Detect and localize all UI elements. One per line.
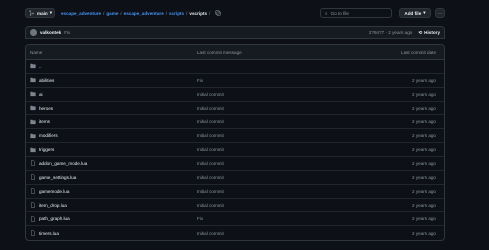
row-name[interactable]: triggers — [39, 147, 54, 152]
folder-icon — [30, 91, 36, 97]
table-header: Name Last commit message Last commit dat… — [26, 45, 444, 60]
parent-directory-label: .. — [39, 63, 42, 69]
file-icon — [31, 202, 35, 208]
breadcrumb-link-scripts[interactable]: scripts — [169, 11, 184, 16]
table-row[interactable]: ai Initial commit 2 years ago — [26, 88, 444, 102]
row-commit-message[interactable]: Fix — [197, 78, 336, 83]
row-commit-date: 2 years ago — [411, 160, 436, 166]
row-commit-message[interactable]: Initial commit — [197, 147, 336, 152]
row-commit-date: 2 years ago — [411, 202, 436, 208]
folder-icon — [30, 133, 36, 138]
kebab-icon: ··· — [437, 10, 443, 16]
file-icon — [31, 188, 35, 194]
parent-directory-row[interactable]: .. — [26, 60, 444, 74]
header-last-commit-date: Last commit date — [401, 49, 436, 55]
folder-icon — [30, 119, 36, 124]
row-commit-date: 2 years ago — [411, 105, 436, 111]
row-name[interactable]: timers.lua — [39, 231, 59, 236]
row-commit-date: 2 years ago — [411, 174, 436, 180]
search-placeholder: Go to file — [330, 10, 349, 16]
row-commit-message[interactable]: Initial commit — [197, 189, 336, 194]
folder-icon — [30, 105, 36, 111]
table-row[interactable]: gamemode.lua Initial commit 2 years ago — [26, 185, 444, 199]
row-name[interactable]: items — [39, 119, 50, 124]
breadcrumb: escape_adventure / game / escape_adventu… — [61, 10, 221, 16]
table-row[interactable]: path_graph.lua Fix 2 years ago — [26, 212, 444, 227]
search-icon: ⌕ — [325, 10, 328, 16]
folder-icon — [30, 64, 36, 69]
row-commit-date: 2 years ago — [411, 133, 436, 139]
row-name[interactable]: addon_game_mode.lua — [39, 161, 87, 166]
row-commit-message[interactable]: Initial commit — [197, 203, 336, 208]
table-row[interactable]: timers.lua Initial commit 2 years ago — [26, 226, 444, 240]
row-name[interactable]: item_drop.lua — [39, 203, 67, 208]
row-commit-message[interactable]: Initial commit — [197, 92, 336, 97]
history-icon: ⟲ — [418, 29, 423, 35]
table-row[interactable]: items Initial commit 2 years ago — [26, 115, 444, 130]
row-name[interactable]: modifiers — [39, 133, 58, 138]
go-to-file-input[interactable]: ⌕ Go to file — [320, 8, 392, 18]
row-commit-date: 2 years ago — [411, 230, 436, 236]
row-name[interactable]: abilities — [39, 78, 54, 83]
row-commit-message[interactable]: Initial commit — [197, 133, 336, 138]
row-commit-date: 2 years ago — [411, 216, 436, 222]
row-commit-message[interactable]: Initial commit — [197, 175, 336, 180]
table-row[interactable]: modifiers Initial commit 2 years ago — [26, 129, 444, 144]
breadcrumb-link-game[interactable]: game — [106, 11, 118, 16]
branch-icon — [29, 10, 34, 16]
branch-name: main — [37, 10, 48, 16]
row-commit-message[interactable]: Initial commit — [197, 106, 336, 111]
header-name: Name — [30, 49, 43, 55]
row-commit-message[interactable]: Initial commit — [197, 161, 336, 166]
table-row[interactable]: triggers Initial commit 2 years ago — [26, 143, 444, 158]
row-name[interactable]: path_graph.lua — [39, 216, 70, 221]
row-commit-date: 2 years ago — [411, 188, 436, 194]
file-icon — [31, 216, 35, 222]
file-table: Name Last commit message Last commit dat… — [25, 44, 445, 241]
row-commit-date: 2 years ago — [411, 147, 436, 153]
row-commit-message[interactable]: Fix — [197, 216, 336, 221]
row-commit-date: 2 years ago — [411, 77, 436, 83]
avatar[interactable] — [30, 29, 37, 36]
commit-hash-time[interactable]: 2?9477 · 2 years ago — [369, 30, 412, 35]
branch-selector-button[interactable]: main ▾ — [25, 8, 55, 18]
copy-path-icon[interactable] — [215, 10, 221, 16]
breadcrumb-current: vscripts — [189, 10, 208, 16]
breadcrumb-link-repo[interactable]: escape_adventure — [61, 11, 101, 16]
add-file-button[interactable]: Add file ▾ — [399, 8, 431, 18]
file-icon — [31, 160, 35, 167]
header-last-commit-message: Last commit message — [197, 49, 242, 55]
row-commit-date: 2 years ago — [411, 119, 436, 125]
folder-icon — [30, 147, 36, 152]
row-name[interactable]: ai — [39, 92, 43, 97]
history-label: History — [424, 30, 440, 35]
row-commit-date: 2 years ago — [411, 91, 436, 97]
row-name[interactable]: game_settings.lua — [39, 175, 76, 180]
table-row[interactable]: addon_game_mode.lua Initial commit 2 years… — [26, 157, 444, 171]
table-row[interactable]: item_drop.lua Initial commit 2 years ago — [26, 199, 444, 213]
file-icon — [31, 230, 35, 236]
table-row[interactable]: game_settings.lua Initial commit 2 years a… — [26, 171, 444, 185]
chevron-down-icon: ▾ — [423, 10, 426, 15]
table-row[interactable]: abilities Fix 2 years ago — [26, 74, 444, 88]
commit-message[interactable]: Fix — [64, 30, 70, 35]
top-bar: main ▾ escape_adventure / game / escape_… — [25, 8, 445, 20]
row-commit-message[interactable]: Initial commit — [197, 119, 336, 124]
row-commit-message[interactable]: Initial commit — [197, 231, 336, 236]
history-button[interactable]: ⟲ History — [418, 30, 440, 36]
add-file-label: Add file — [404, 10, 422, 16]
file-icon — [31, 174, 35, 180]
row-name[interactable]: heroes — [39, 106, 53, 111]
folder-icon — [30, 78, 36, 83]
breadcrumb-link-escape-adventure[interactable]: escape_adventure — [124, 11, 164, 16]
table-row[interactable]: heroes Initial commit 2 years ago — [26, 102, 444, 116]
latest-commit-bar: valkontek Fix 2?9477 · 2 years ago ⟲ His… — [25, 26, 445, 39]
commit-author[interactable]: valkontek — [40, 30, 61, 35]
more-options-button[interactable]: ··· — [435, 8, 445, 18]
chevron-down-icon: ▾ — [49, 10, 53, 15]
row-name[interactable]: gamemode.lua — [39, 189, 69, 194]
